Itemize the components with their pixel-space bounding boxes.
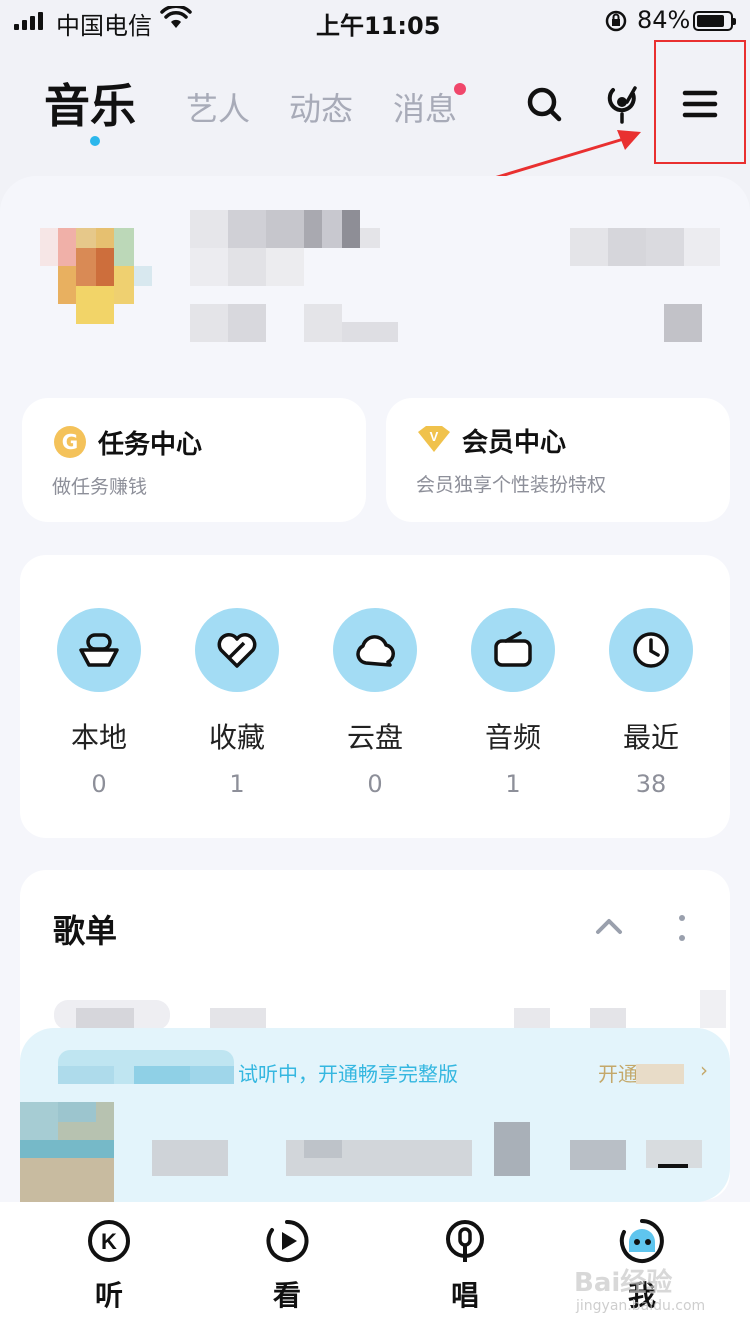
vip-center-title: 会员中心 bbox=[462, 428, 567, 458]
quick-item-label: 本地 bbox=[70, 721, 127, 754]
nav-label: 唱 bbox=[450, 1279, 479, 1312]
local-icon bbox=[57, 608, 141, 692]
wifi-icon bbox=[160, 4, 192, 36]
favorite-icon bbox=[195, 608, 279, 692]
quick-item-count: 1 bbox=[229, 770, 245, 798]
chevron-up-icon[interactable] bbox=[594, 916, 624, 940]
battery-percent: 84% bbox=[637, 6, 691, 34]
battery-icon bbox=[693, 11, 736, 31]
nav-watch[interactable]: 看 bbox=[247, 1218, 327, 1314]
playlist-title: 歌单 bbox=[53, 912, 118, 950]
cloud-icon bbox=[333, 608, 417, 692]
signal-icon bbox=[14, 12, 43, 30]
trial-text: 试听中，开通畅享完整版 bbox=[238, 1062, 458, 1086]
task-center-title: 任务中心 bbox=[98, 430, 203, 460]
quick-item-cloud[interactable]: 云盘 0 bbox=[333, 608, 417, 798]
search-icon[interactable] bbox=[524, 84, 564, 124]
active-tab-indicator bbox=[90, 136, 100, 146]
quick-item-count: 0 bbox=[367, 770, 383, 798]
svg-text:K: K bbox=[101, 1229, 117, 1254]
annotation-highlight-box bbox=[654, 40, 746, 164]
vip-center-subtitle: 会员独享个性装扮特权 bbox=[416, 474, 607, 496]
listen-icon: K bbox=[88, 1220, 130, 1262]
rotation-lock-icon bbox=[604, 9, 628, 39]
quick-item-local[interactable]: 本地 0 bbox=[57, 608, 141, 798]
carrier-label: 中国电信 bbox=[56, 12, 152, 40]
trial-open-button[interactable]: 开通 bbox=[598, 1058, 638, 1087]
quick-item-label: 收藏 bbox=[208, 721, 265, 754]
nav-label: 看 bbox=[272, 1279, 301, 1312]
chevron-right-icon: › bbox=[700, 1058, 708, 1082]
vip-center-card[interactable]: V 会员中心 会员独享个性装扮特权 bbox=[386, 398, 730, 522]
watermark-url: jingyan.baidu.com bbox=[576, 1298, 706, 1314]
quick-item-favorite[interactable]: 收藏 1 bbox=[195, 608, 279, 798]
quick-item-recent[interactable]: 最近 38 bbox=[609, 608, 693, 798]
nav-label: 听 bbox=[94, 1279, 123, 1312]
svg-text:V: V bbox=[430, 429, 439, 444]
tab-feed[interactable]: 动态 bbox=[289, 84, 353, 130]
quick-item-audio[interactable]: 音频 1 bbox=[471, 608, 555, 798]
nav-listen[interactable]: K 听 bbox=[69, 1218, 149, 1314]
tab-messages[interactable]: 消息 bbox=[393, 84, 457, 130]
tab-music[interactable]: 音乐 bbox=[44, 70, 136, 136]
more-icon[interactable] bbox=[676, 914, 688, 946]
watermark-logo: Bai经验 bbox=[574, 1268, 673, 1298]
quick-item-label: 音频 bbox=[484, 721, 541, 754]
watch-icon bbox=[266, 1219, 309, 1262]
radio-icon bbox=[471, 608, 555, 692]
quick-item-count: 38 bbox=[635, 770, 667, 798]
music-recognition-icon[interactable] bbox=[604, 84, 644, 124]
quick-item-label: 云盘 bbox=[346, 721, 403, 754]
task-center-card[interactable]: G 任务中心 做任务赚钱 bbox=[22, 398, 366, 522]
clock-icon bbox=[609, 608, 693, 692]
sing-icon bbox=[446, 1220, 484, 1262]
status-bar: 中国电信 上午11:05 84% bbox=[0, 0, 750, 44]
me-icon bbox=[619, 1219, 664, 1263]
tab-artists[interactable]: 艺人 bbox=[186, 84, 250, 130]
quick-item-count: 0 bbox=[91, 770, 107, 798]
diamond-icon: V bbox=[416, 424, 452, 458]
nav-sing[interactable]: 唱 bbox=[425, 1218, 505, 1314]
message-badge bbox=[454, 83, 466, 95]
quick-item-count: 1 bbox=[505, 770, 521, 798]
quick-item-label: 最近 bbox=[622, 721, 679, 754]
battery-fill bbox=[697, 15, 724, 27]
coin-icon: G bbox=[54, 426, 86, 458]
task-center-subtitle: 做任务赚钱 bbox=[52, 476, 148, 498]
clock-time: 上午11:05 bbox=[316, 12, 441, 40]
